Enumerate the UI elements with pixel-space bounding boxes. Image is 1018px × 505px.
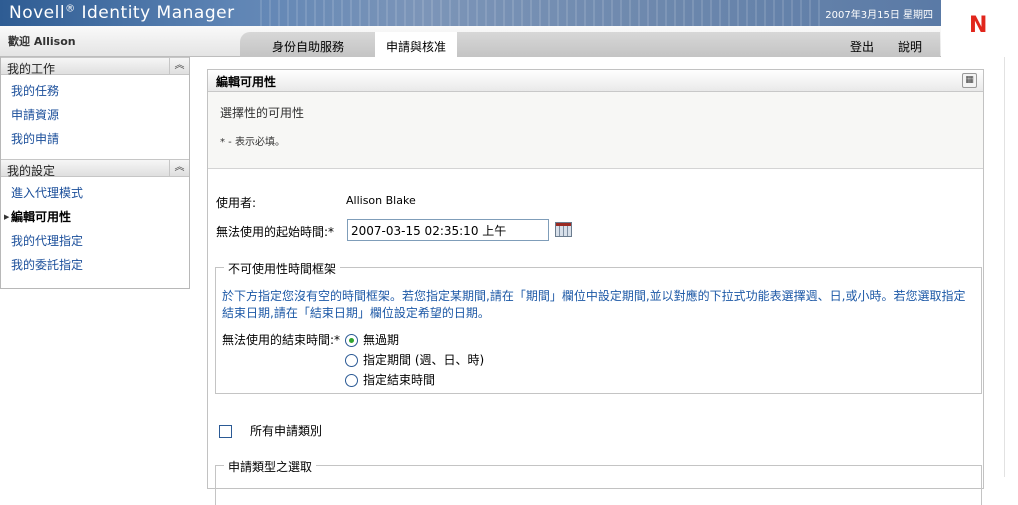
brand-banner: Novell® Identity Manager 2007年3月15日 星期四 [0,0,941,26]
layout-grid-icon[interactable]: ▦ [962,73,977,88]
radio-specify-end-time[interactable]: 指定結束時間 [345,371,435,389]
nav-bar: 歡迎 Allison 身份自助服務 申請與核准 登出 說明 [0,26,941,57]
sidebar-item-edit-availability[interactable]: ▶ 編輯可用性 [1,205,189,229]
sidebar-item-request-resources[interactable]: 申請資源 [1,103,189,127]
sidebar-list-my-work: 我的任務 申請資源 我的申請 [1,75,189,159]
radio-button-selected[interactable] [345,334,358,347]
radio-specify-duration[interactable]: 指定期間 (週、日、時) [345,351,484,369]
radio-label: 無過期 [363,333,400,347]
request-type-selection-group: 申請類型之選取 [215,458,982,505]
all-request-categories-row[interactable]: 所有申請類別 [219,422,322,439]
registered-mark: ® [65,3,76,15]
current-date: 2007年3月15日 星期四 [825,10,933,21]
radio-label: 指定期間 (週、日、時) [363,353,485,367]
calendar-icon[interactable] [555,222,572,237]
sidebar-item-enter-proxy-mode[interactable]: 進入代理模式 [1,181,189,205]
sidebar-item-my-delegate-assignments[interactable]: 我的委託指定 [1,253,189,277]
app-header: Novell® Identity Manager 2007年3月15日 星期四 … [0,0,1018,57]
help-link[interactable]: 說明 [898,38,922,55]
start-time-label: 無法使用的起始時間:* [216,225,335,239]
logo-area: N [941,0,1004,57]
sidebar-item-my-proxy-assignments[interactable]: 我的代理指定 [1,229,189,253]
chevron-up-icon[interactable]: ︽ [169,159,189,177]
user-row: 使用者: Allison Blake [216,194,416,211]
section-title: 我的工作 [7,62,56,76]
panel-title: 編輯可用性 [216,75,277,89]
sidebar-item-my-requests[interactable]: 我的申請 [1,127,189,151]
product-brand: Novell® Identity Manager [9,3,235,23]
sidebar-section-my-work: 我的工作 ︽ [1,57,189,76]
start-time-input[interactable] [347,219,549,241]
all-categories-checkbox[interactable] [219,425,232,438]
brand-name: Novell [9,3,66,23]
panel-header: 編輯可用性 ▦ [208,70,983,92]
sidebar-item-label: 編輯可用性 [11,210,72,224]
unavailability-timeframe-group: 不可使用性時間框架 於下方指定您沒有空的時間框架。若您指定某期間,請在「期間」欄… [215,260,982,394]
radio-button[interactable] [345,374,358,387]
radio-no-expiration[interactable]: 無過期 [345,331,399,349]
timeframe-description: 於下方指定您沒有空的時間框架。若您指定某期間,請在「期間」欄位中設定期間,並以對… [222,289,966,320]
request-type-legend: 申請類型之選取 [224,458,317,475]
product-name: Identity Manager [81,3,235,23]
welcome-message: 歡迎 Allison [8,35,76,48]
tab-bar: 身份自助服務 申請與核准 登出 說明 [240,32,940,57]
end-time-label: 無法使用的結束時間:* [222,333,341,347]
timeframe-legend: 不可使用性時間框架 [224,260,341,277]
sidebar-section-my-settings: 我的設定 ︽ [1,159,189,178]
panel-intro: 選擇性的可用性 * - 表示必填。 [208,92,983,169]
sidebar: 我的工作 ︽ 我的任務 申請資源 我的申請 我的設定 ︽ 進入代理模式 ▶ 編輯可… [0,57,190,289]
section-title: 我的設定 [7,164,56,178]
panel-description: 選擇性的可用性 [220,106,305,120]
novell-logo: N [969,13,988,38]
sidebar-item-my-tasks[interactable]: 我的任務 [1,79,189,103]
active-arrow-icon: ▶ [4,213,10,221]
radio-button[interactable] [345,354,358,367]
radio-label: 指定結束時間 [363,373,436,387]
banner-pattern [260,0,820,26]
sidebar-list-my-settings: 進入代理模式 ▶ 編輯可用性 我的代理指定 我的委託指定 [1,177,189,285]
start-time-row: 無法使用的起始時間:* [216,219,572,241]
tab-identity-self-service[interactable]: 身份自助服務 [272,38,344,55]
tab-requests-approvals[interactable]: 申請與核准 [375,32,457,57]
logout-link[interactable]: 登出 [850,38,874,55]
chevron-up-icon[interactable]: ︽ [169,57,189,75]
user-label: 使用者: [216,196,257,210]
edit-availability-panel: 編輯可用性 ▦ 選擇性的可用性 * - 表示必填。 使用者: Allison B… [207,69,984,505]
required-note: * - 表示必填。 [220,137,285,148]
all-categories-label: 所有申請類別 [250,424,323,438]
page-scrollbar[interactable] [1004,57,1018,477]
user-value: Allison Blake [346,194,416,207]
